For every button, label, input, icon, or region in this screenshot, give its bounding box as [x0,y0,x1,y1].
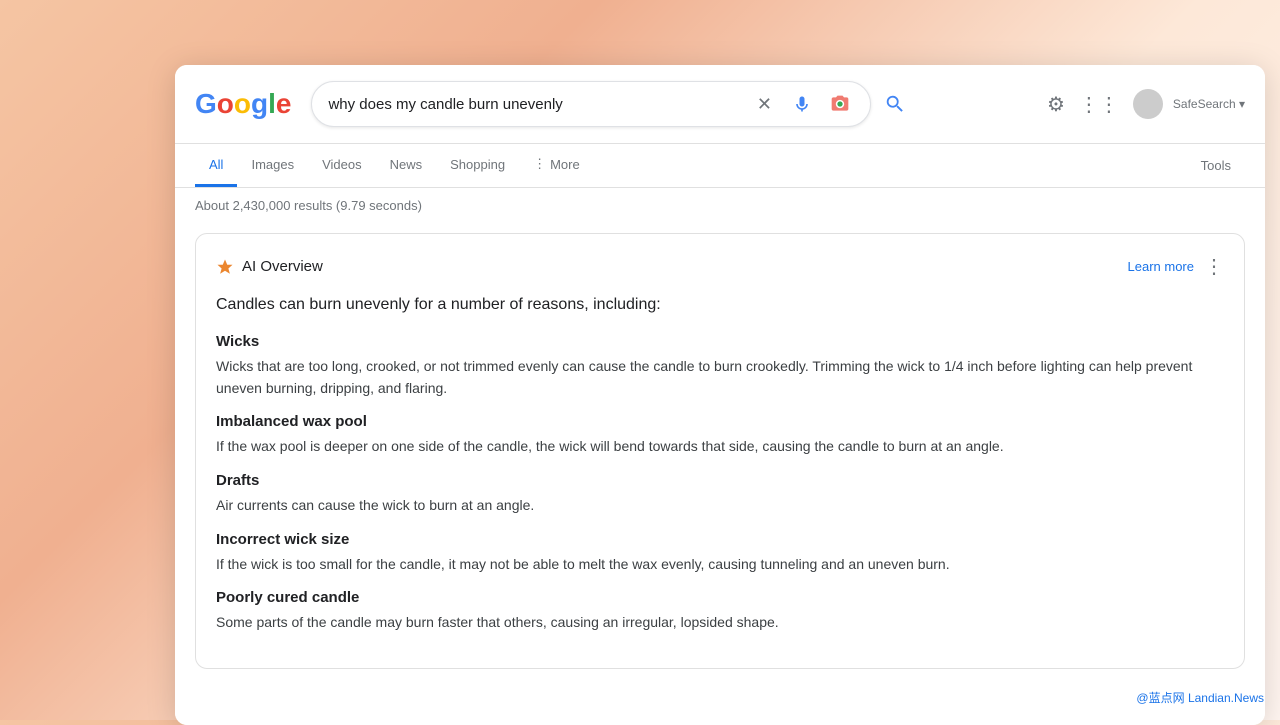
grid-icon[interactable]: ⋮⋮ [1079,92,1119,117]
ai-overview-header: AI Overview Learn more ⋮ [216,254,1224,279]
reason-text-poorly-cured: Some parts of the candle may burn faster… [216,612,1224,634]
reason-title-wicks: Wicks [216,333,1224,350]
reason-text-drafts: Air currents can cause the wick to burn … [216,495,1224,517]
reason-title-poorly-cured: Poorly cured candle [216,589,1224,606]
tab-more[interactable]: ⋮ More [519,144,594,187]
mic-icon [792,94,812,114]
google-logo: Google [195,88,291,120]
clear-icon: ✕ [757,94,772,115]
reason-title-wick-size: Incorrect wick size [216,531,1224,548]
reason-title-imbalanced: Imbalanced wax pool [216,413,1224,430]
search-icons: ✕ [750,90,854,118]
settings-icon[interactable]: ⚙ [1047,92,1065,117]
tab-images[interactable]: Images [237,145,308,187]
browser-window: Google ✕ [175,65,1265,725]
reason-wick-size: Incorrect wick size If the wick is too s… [216,531,1224,576]
tab-shopping[interactable]: Shopping [436,145,519,187]
camera-icon [830,94,850,114]
header: Google ✕ [175,65,1265,144]
camera-button[interactable] [826,90,854,118]
reason-poorly-cured: Poorly cured candle Some parts of the ca… [216,589,1224,634]
watermark: @蓝点网 Landian.News [1136,689,1264,706]
reason-text-wick-size: If the wick is too small for the candle,… [216,554,1224,576]
tab-videos[interactable]: Videos [308,145,376,187]
search-icon [884,93,906,115]
more-dots-icon: ⋮ [533,156,546,172]
reason-drafts: Drafts Air currents can cause the wick t… [216,472,1224,517]
tab-news[interactable]: News [376,145,437,187]
reason-wicks: Wicks Wicks that are too long, crooked, … [216,333,1224,399]
main-content: AI Overview Learn more ⋮ Candles can bur… [175,223,1265,725]
ai-more-options-icon[interactable]: ⋮ [1204,254,1224,279]
reason-imbalanced: Imbalanced wax pool If the wax pool is d… [216,413,1224,458]
learn-more-button[interactable]: Learn more [1128,259,1194,274]
clear-button[interactable]: ✕ [750,90,778,118]
search-submit-button[interactable] [881,90,909,118]
results-count: About 2,430,000 results (9.79 seconds) [175,188,1265,223]
avatar[interactable] [1133,89,1163,119]
tools-button[interactable]: Tools [1187,150,1245,181]
tab-all[interactable]: All [195,145,237,187]
ai-overview-card: AI Overview Learn more ⋮ Candles can bur… [195,233,1245,669]
reason-text-imbalanced: If the wax pool is deeper on one side of… [216,436,1224,458]
safe-search-label: SafeSearch ▾ [1173,97,1245,111]
reason-title-drafts: Drafts [216,472,1224,489]
mic-button[interactable] [788,90,816,118]
ai-overview-actions: Learn more ⋮ [1128,254,1224,279]
ai-intro-text: Candles can burn unevenly for a number o… [216,293,1224,317]
reason-text-wicks: Wicks that are too long, crooked, or not… [216,356,1224,399]
search-input[interactable] [328,96,750,113]
search-bar: ✕ [311,81,871,127]
nav-tabs: All Images Videos News Shopping ⋮ More T… [175,144,1265,188]
header-right: ⚙ ⋮⋮ [1027,89,1163,119]
ai-gem-icon [216,258,234,276]
ai-overview-title: AI Overview [216,258,323,276]
